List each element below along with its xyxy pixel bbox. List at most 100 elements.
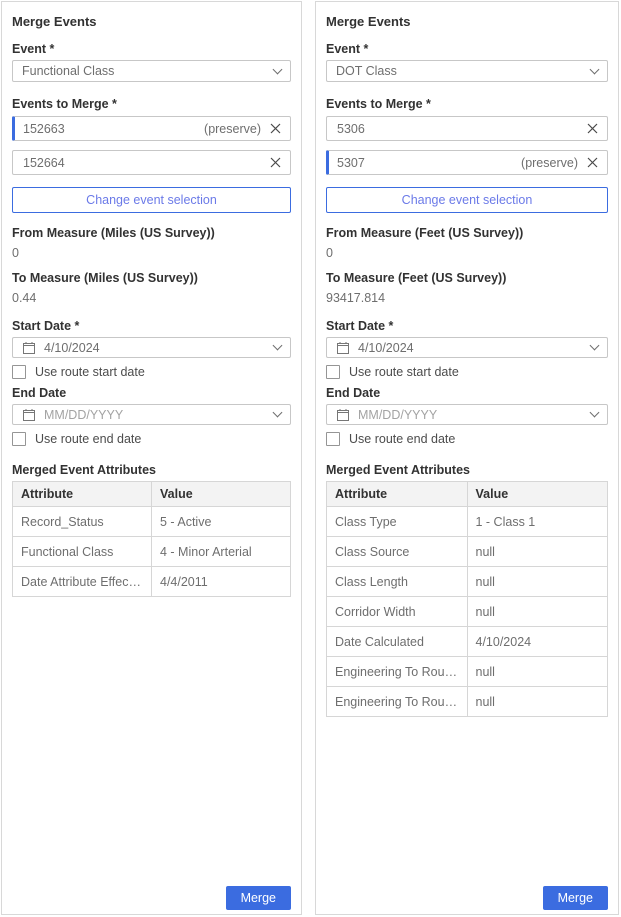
calendar-icon [22, 408, 36, 422]
chevron-down-icon [273, 408, 283, 418]
start-date-value: 4/10/2024 [44, 341, 100, 355]
merged-event-attributes-label: Merged Event Attributes [12, 463, 291, 478]
end-date-picker[interactable]: MM/DD/YYYY [326, 404, 608, 425]
value-cell: 4 - Minor Arterial [152, 537, 291, 567]
event-to-merge-field[interactable]: 152664 [12, 150, 291, 175]
event-select-value: DOT Class [336, 64, 397, 78]
table-row: Record_Status 5 - Active [13, 507, 291, 537]
attribute-cell: Corridor Width [327, 597, 468, 627]
merge-events-workspace: Merge Events Event * Functional Class Ev… [0, 0, 621, 916]
use-route-start-date-checkbox[interactable] [12, 365, 26, 379]
table-header-row: Attribute Value [327, 482, 608, 507]
table-row: Corridor Width null [327, 597, 608, 627]
merge-button[interactable]: Merge [543, 886, 608, 910]
use-route-start-date-label: Use route start date [35, 365, 145, 379]
event-to-merge-field[interactable]: 5306 [326, 116, 608, 141]
use-route-end-date-label: Use route end date [349, 432, 455, 446]
value-cell: null [467, 567, 608, 597]
end-date-placeholder: MM/DD/YYYY [44, 408, 123, 422]
attribute-cell: Engineering To Route ... [327, 687, 468, 717]
event-id: 152663 [23, 122, 65, 136]
start-date-label: Start Date * [326, 319, 608, 334]
table-row: Engineering To Route ... null [327, 687, 608, 717]
use-route-end-date-label: Use route end date [35, 432, 141, 446]
merged-attributes-table: Attribute Value Class Type 1 - Class 1 C… [326, 481, 608, 717]
start-date-value: 4/10/2024 [358, 341, 414, 355]
to-measure-value: 0.44 [12, 291, 291, 306]
use-route-end-date-checkbox[interactable] [12, 432, 26, 446]
start-date-label: Start Date * [12, 319, 291, 334]
value-column-header: Value [152, 482, 291, 507]
change-event-selection-button[interactable]: Change event selection [12, 187, 291, 213]
merge-button[interactable]: Merge [226, 886, 291, 910]
event-id: 5306 [337, 122, 365, 136]
table-row: Class Length null [327, 567, 608, 597]
event-to-merge-field[interactable]: 5307 (preserve) [326, 150, 608, 175]
value-cell: null [467, 657, 608, 687]
remove-event-button[interactable] [587, 123, 598, 134]
remove-event-button[interactable] [587, 157, 598, 168]
preserve-badge: (preserve) [204, 122, 270, 136]
chevron-down-icon [273, 64, 283, 74]
calendar-icon [22, 341, 36, 355]
page-title: Merge Events [326, 14, 608, 29]
close-icon [270, 157, 281, 168]
use-route-start-date-label: Use route start date [349, 365, 459, 379]
event-id: 5307 [337, 156, 365, 170]
attribute-column-header: Attribute [13, 482, 152, 507]
event-select[interactable]: Functional Class [12, 60, 291, 82]
use-route-start-date-row: Use route start date [326, 365, 608, 379]
table-row: Date Attribute Effective 4/4/2011 [13, 567, 291, 597]
merged-attributes-table: Attribute Value Record_Status 5 - Active… [12, 481, 291, 597]
to-measure-label: To Measure (Feet (US Survey)) [326, 271, 608, 286]
attribute-cell: Class Type [327, 507, 468, 537]
event-select[interactable]: DOT Class [326, 60, 608, 82]
use-route-start-date-checkbox[interactable] [326, 365, 340, 379]
event-to-merge-field[interactable]: 152663 (preserve) [12, 116, 291, 141]
from-measure-value: 0 [326, 246, 608, 261]
end-date-label: End Date [12, 386, 291, 401]
remove-event-button[interactable] [270, 157, 281, 168]
change-event-selection-button[interactable]: Change event selection [326, 187, 608, 213]
merge-events-panel-left: Merge Events Event * Functional Class Ev… [1, 1, 302, 915]
value-cell: null [467, 597, 608, 627]
value-cell: null [467, 687, 608, 717]
event-label: Event * [326, 42, 608, 57]
attribute-cell: Date Calculated [327, 627, 468, 657]
table-header-row: Attribute Value [13, 482, 291, 507]
value-cell: null [467, 537, 608, 567]
table-row: Class Type 1 - Class 1 [327, 507, 608, 537]
chevron-down-icon [590, 408, 600, 418]
from-measure-label: From Measure (Miles (US Survey)) [12, 226, 291, 241]
calendar-icon [336, 408, 350, 422]
end-date-picker[interactable]: MM/DD/YYYY [12, 404, 291, 425]
use-route-end-date-checkbox[interactable] [326, 432, 340, 446]
value-cell: 1 - Class 1 [467, 507, 608, 537]
attribute-column-header: Attribute [327, 482, 468, 507]
attribute-cell: Class Source [327, 537, 468, 567]
close-icon [587, 157, 598, 168]
event-label: Event * [12, 42, 291, 57]
chevron-down-icon [590, 64, 600, 74]
attribute-cell: Date Attribute Effective [13, 567, 152, 597]
preserve-badge: (preserve) [521, 156, 587, 170]
remove-event-button[interactable] [270, 123, 281, 134]
value-cell: 5 - Active [152, 507, 291, 537]
merged-event-attributes-label: Merged Event Attributes [326, 463, 608, 478]
value-cell: 4/10/2024 [467, 627, 608, 657]
use-route-start-date-row: Use route start date [12, 365, 291, 379]
end-date-label: End Date [326, 386, 608, 401]
start-date-picker[interactable]: 4/10/2024 [326, 337, 608, 358]
start-date-picker[interactable]: 4/10/2024 [12, 337, 291, 358]
value-column-header: Value [467, 482, 608, 507]
from-measure-value: 0 [12, 246, 291, 261]
close-icon [270, 123, 281, 134]
close-icon [587, 123, 598, 134]
from-measure-label: From Measure (Feet (US Survey)) [326, 226, 608, 241]
value-cell: 4/4/2011 [152, 567, 291, 597]
chevron-down-icon [273, 341, 283, 351]
events-to-merge-label: Events to Merge * [326, 97, 608, 112]
events-to-merge-label: Events to Merge * [12, 97, 291, 112]
table-row: Date Calculated 4/10/2024 [327, 627, 608, 657]
table-row: Class Source null [327, 537, 608, 567]
